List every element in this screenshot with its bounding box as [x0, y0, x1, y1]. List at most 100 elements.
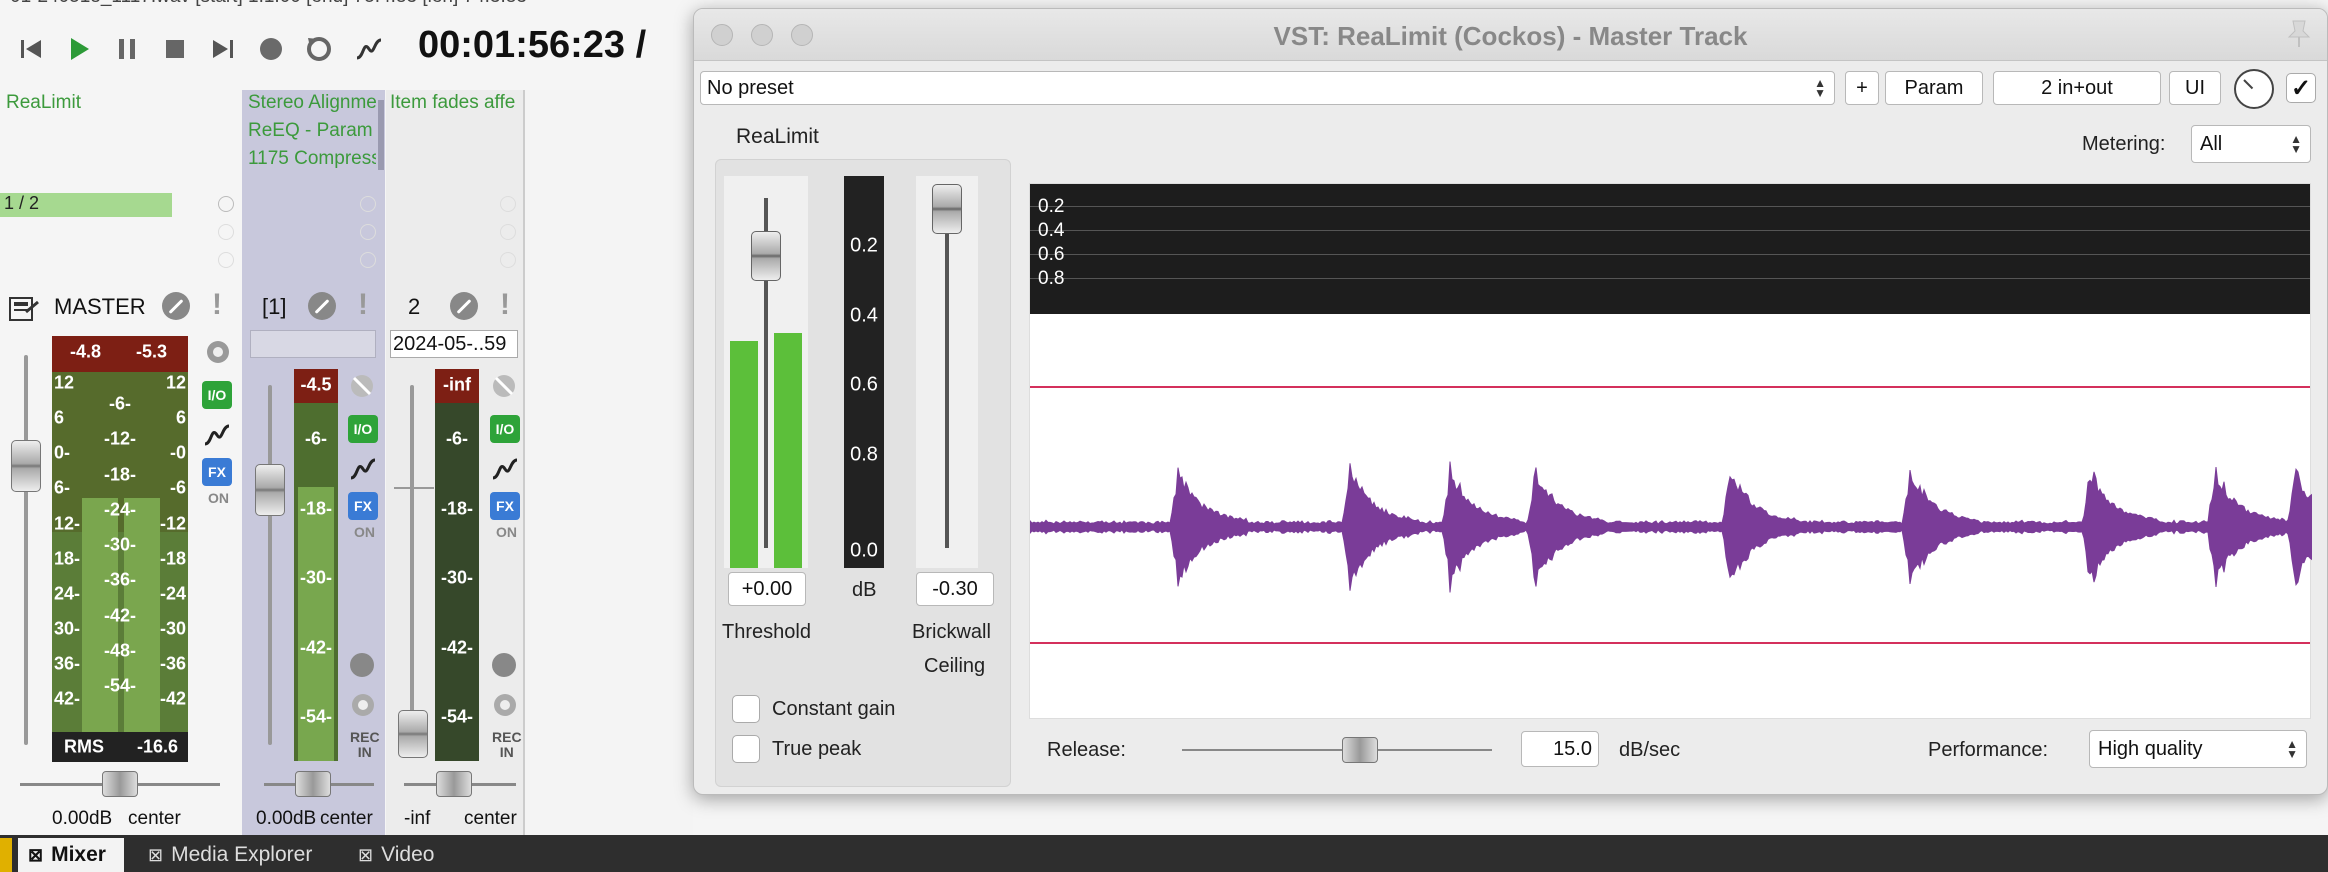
master-send-slot[interactable]	[218, 196, 234, 212]
skip-end-icon	[209, 35, 237, 63]
fx-on-label: ON	[208, 490, 229, 506]
track2-name-field[interactable]: 2024-05-..59	[390, 330, 518, 358]
envelope-icon[interactable]	[202, 420, 232, 450]
track2-record-arm-icon[interactable]	[492, 653, 516, 677]
track2-send-slot[interactable]	[500, 224, 516, 240]
track2-fx-button[interactable]: FX	[490, 492, 520, 520]
release-input[interactable]: 15.0	[1521, 731, 1599, 767]
tab-video[interactable]: ⊠ Video	[348, 838, 452, 872]
mixer-empty-area[interactable]	[525, 90, 693, 835]
track1-fx-slot[interactable]: 1175 Compress	[248, 148, 376, 170]
track2-peak: -inf	[435, 375, 479, 396]
constant-gain-checkbox[interactable]	[732, 695, 760, 723]
add-preset-button[interactable]: +	[1845, 71, 1879, 105]
track1-io-button[interactable]: I/O	[348, 415, 378, 443]
master-mute-icon[interactable]	[162, 292, 190, 320]
master-fx-slot[interactable]: ReaLimit	[6, 92, 226, 114]
master-send-slot-3[interactable]	[218, 252, 234, 268]
scale-label: -42-	[294, 638, 338, 659]
master-send-slot-2[interactable]	[218, 224, 234, 240]
master-fader[interactable]	[11, 440, 41, 492]
track1-pan-knob[interactable]	[295, 771, 331, 797]
performance-select[interactable]: High quality ▲ ▼	[2089, 730, 2307, 768]
skip-start-button[interactable]	[14, 32, 48, 66]
record-button[interactable]	[254, 32, 288, 66]
wet-knob[interactable]	[2234, 69, 2274, 109]
window-title: VST: ReaLimit (Cockos) - Master Track	[694, 21, 2327, 52]
threshold-input[interactable]: +0.00	[728, 572, 806, 606]
track2-phase-icon[interactable]: !	[500, 290, 508, 320]
track1-volume: 0.00dB	[256, 808, 316, 830]
scale-label: -30-	[52, 535, 188, 556]
tab-media-explorer[interactable]: ⊠ Media Explorer	[138, 838, 330, 872]
track2-fader[interactable]	[398, 710, 428, 758]
ceiling-slider[interactable]	[916, 176, 978, 568]
track1-record-arm-icon[interactable]	[350, 653, 374, 677]
track1-phase-icon[interactable]: !	[358, 290, 366, 320]
headphone-icon[interactable]	[204, 338, 232, 366]
pause-button[interactable]	[110, 32, 144, 66]
track1-send-slot[interactable]	[360, 196, 376, 212]
master-fader-track[interactable]	[24, 355, 28, 745]
track2-number[interactable]: 2	[408, 294, 420, 320]
track1-monitor-icon[interactable]	[348, 690, 378, 720]
track1-name-field[interactable]	[250, 330, 376, 358]
master-pan-knob[interactable]	[102, 771, 138, 797]
track1-fader[interactable]	[255, 464, 285, 516]
track2-io-button[interactable]: I/O	[490, 415, 520, 443]
track1-fader-track[interactable]	[268, 385, 272, 745]
bypass-checkbox[interactable]: ✓	[2286, 73, 2316, 103]
param-button[interactable]: Param	[1885, 71, 1983, 105]
track2-send-slot[interactable]	[500, 196, 516, 212]
close-icon[interactable]: ⊠	[148, 845, 163, 866]
rms-label: RMS	[64, 737, 104, 758]
track1-fx-slot[interactable]: Stereo Alignme	[248, 92, 376, 114]
waveform-display[interactable]: 0.2 0.4 0.6 0.8	[1029, 183, 2311, 719]
fx-button[interactable]: FX	[202, 458, 232, 486]
track2-fx-slot[interactable]: Item fades affe	[390, 92, 520, 114]
io-button[interactable]: I/O	[202, 381, 232, 409]
track1-fx-scrollbar[interactable]	[378, 100, 384, 170]
close-icon[interactable]: ⊠	[28, 845, 43, 866]
track2-mute-icon[interactable]	[450, 292, 478, 320]
track1-envelope-icon[interactable]	[348, 454, 378, 484]
track1-fx-button[interactable]: FX	[348, 492, 378, 520]
io-routing-button[interactable]: 2 in+out	[1993, 71, 2161, 105]
track2-fader-track[interactable]	[410, 385, 414, 745]
track2-monitor-icon[interactable]	[490, 690, 520, 720]
phase-invert-icon[interactable]	[348, 372, 376, 400]
input-meter-r	[774, 333, 802, 568]
repeat-button[interactable]	[302, 32, 336, 66]
ceiling-input[interactable]: -0.30	[916, 572, 994, 606]
preset-select[interactable]: No preset ▲ ▼	[700, 71, 1835, 105]
threshold-value: +0.00	[742, 578, 793, 601]
track1-send-slot[interactable]	[360, 252, 376, 268]
track1-send-slot[interactable]	[360, 224, 376, 240]
track1-mute-icon[interactable]	[308, 292, 336, 320]
file-info: 01-240518_1117.wav [start] 1.1.00 [end] …	[10, 0, 527, 8]
ceiling-handle[interactable]	[932, 184, 962, 234]
track1-fx-slot[interactable]: ReEQ - Param	[248, 120, 376, 142]
ui-button[interactable]: UI	[2169, 71, 2221, 105]
automation-button[interactable]	[352, 32, 386, 66]
master-phase-icon[interactable]: !	[212, 290, 220, 320]
track2-envelope-icon[interactable]	[490, 454, 520, 484]
play-button[interactable]	[62, 32, 96, 66]
threshold-handle[interactable]	[751, 231, 781, 281]
stop-button[interactable]	[158, 32, 192, 66]
routing-icon[interactable]	[8, 294, 42, 324]
track2-pan-knob[interactable]	[436, 771, 472, 797]
threshold-slider[interactable]	[724, 176, 808, 568]
track2-send-slot[interactable]	[500, 252, 516, 268]
track1-name[interactable]: [1]	[262, 294, 286, 320]
tab-mixer[interactable]: ⊠ Mixer	[18, 838, 124, 872]
true-peak-checkbox[interactable]	[732, 735, 760, 763]
pin-icon[interactable]	[2285, 17, 2313, 49]
skip-end-button[interactable]	[206, 32, 240, 66]
close-icon[interactable]: ⊠	[358, 845, 373, 866]
release-slider-track[interactable]	[1182, 749, 1492, 751]
metering-select[interactable]: All ▲ ▼	[2191, 125, 2311, 163]
release-slider-handle[interactable]	[1342, 737, 1378, 763]
master-page-indicator[interactable]: 1 / 2	[0, 193, 172, 217]
track2-phase-invert-icon[interactable]	[490, 372, 518, 400]
